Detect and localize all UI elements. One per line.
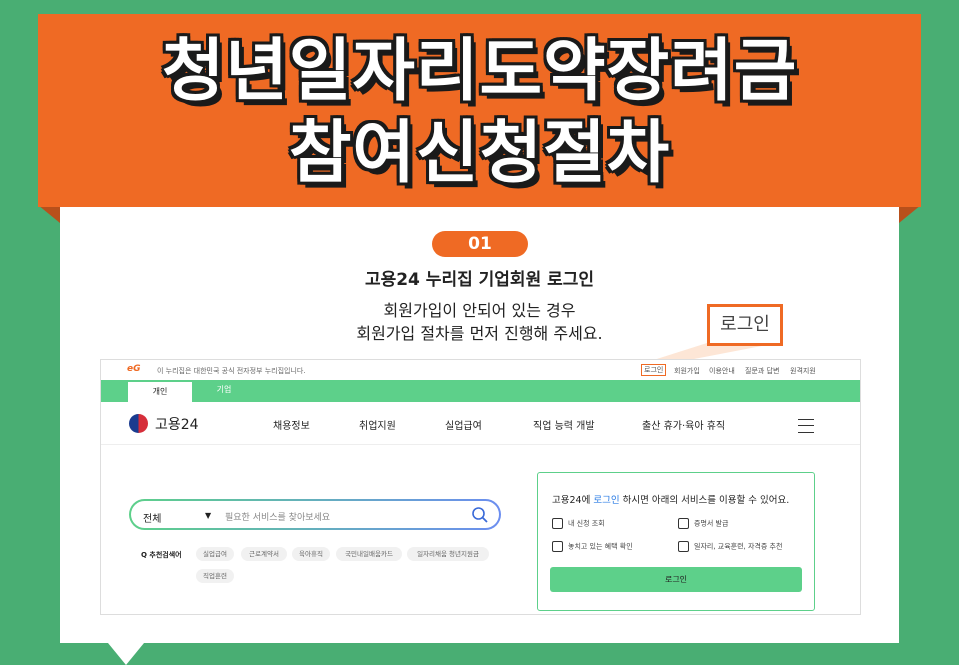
search-icon[interactable]	[471, 506, 489, 524]
util-qna-link[interactable]: 질문과 답변	[745, 366, 779, 376]
keyword-chip[interactable]: 근로계약서	[241, 547, 287, 561]
keyword-chip[interactable]: 일자리채움 청년지원금	[407, 547, 489, 561]
keyword-chip[interactable]: 실업급여	[196, 547, 234, 561]
search-category-select[interactable]: 전체	[143, 510, 161, 525]
nav-vocational-training[interactable]: 직업 능력 개발	[533, 417, 595, 432]
zoomed-login-callout: 로그인	[707, 304, 783, 346]
user-type-tabs: 개인 기업	[101, 380, 860, 404]
login-button[interactable]: 로그인	[550, 567, 802, 592]
certificate-icon	[678, 518, 689, 529]
keyword-chip[interactable]: 국민내일배움카드	[336, 547, 402, 561]
hamburger-menu-icon[interactable]	[798, 419, 814, 433]
util-remote-link[interactable]: 원격지원	[790, 366, 816, 376]
keyword-chip[interactable]: 직업훈련	[196, 569, 234, 583]
site-logo-text[interactable]: 고용24	[155, 414, 199, 434]
nav-parental-leave[interactable]: 출산 휴가·육아 휴직	[642, 417, 725, 432]
panel-title: 고용24에 로그인 하시면 아래의 서비스를 이용할 수 있어요.	[552, 495, 790, 506]
egov-mark: eG	[127, 364, 141, 374]
panel-login-link[interactable]: 로그인	[593, 495, 619, 506]
gov-notice: 이 누리집은 대한민국 공식 전자정부 누리집입니다.	[157, 367, 306, 375]
site-screenshot: eG 이 누리집은 대한민국 공식 전자정부 누리집입니다. 로그인 회원가입 …	[100, 359, 861, 615]
site-topbar: eG 이 누리집은 대한민국 공식 전자정부 누리집입니다. 로그인 회원가입 …	[101, 360, 860, 379]
search-input[interactable]: 필요한 서비스를 찾아보세요	[225, 510, 330, 523]
taegeuk-logo-icon	[129, 414, 148, 433]
tab-personal[interactable]: 개인	[128, 380, 192, 404]
nav-employment-support[interactable]: 취업지원	[359, 417, 396, 432]
main-nav: 고용24 채용정보 취업지원 실업급여 직업 능력 개발 출산 휴가·육아 휴직	[101, 402, 860, 445]
keyword-chip[interactable]: 육아휴직	[292, 547, 330, 561]
service-item: 내 신청 조회	[552, 518, 605, 529]
benefit-icon	[552, 541, 563, 552]
tab-business[interactable]: 기업	[192, 380, 256, 402]
recommend-icon	[678, 541, 689, 552]
login-service-panel: 고용24에 로그인 하시면 아래의 서비스를 이용할 수 있어요. 내 신청 조…	[537, 472, 815, 611]
util-signup-link[interactable]: 회원가입	[674, 366, 700, 376]
service-item: 놓치고 있는 혜택 확인	[552, 541, 633, 552]
dropdown-arrow-icon[interactable]: ▼	[205, 511, 211, 520]
service-item: 일자리, 교육훈련, 자격증 추천	[678, 541, 782, 552]
util-login-link[interactable]: 로그인	[641, 364, 667, 376]
service-item: 증명서 발급	[678, 518, 728, 529]
search-history-icon	[552, 518, 563, 529]
nav-unemployment-benefit[interactable]: 실업급여	[445, 417, 482, 432]
nav-jobs[interactable]: 채용정보	[273, 417, 310, 432]
util-guide-link[interactable]: 이용안내	[709, 366, 735, 376]
recommended-keywords-label: Q 추천검색어	[141, 551, 182, 559]
search-bar: 전체 ▼ 필요한 서비스를 찾아보세요	[129, 499, 501, 530]
